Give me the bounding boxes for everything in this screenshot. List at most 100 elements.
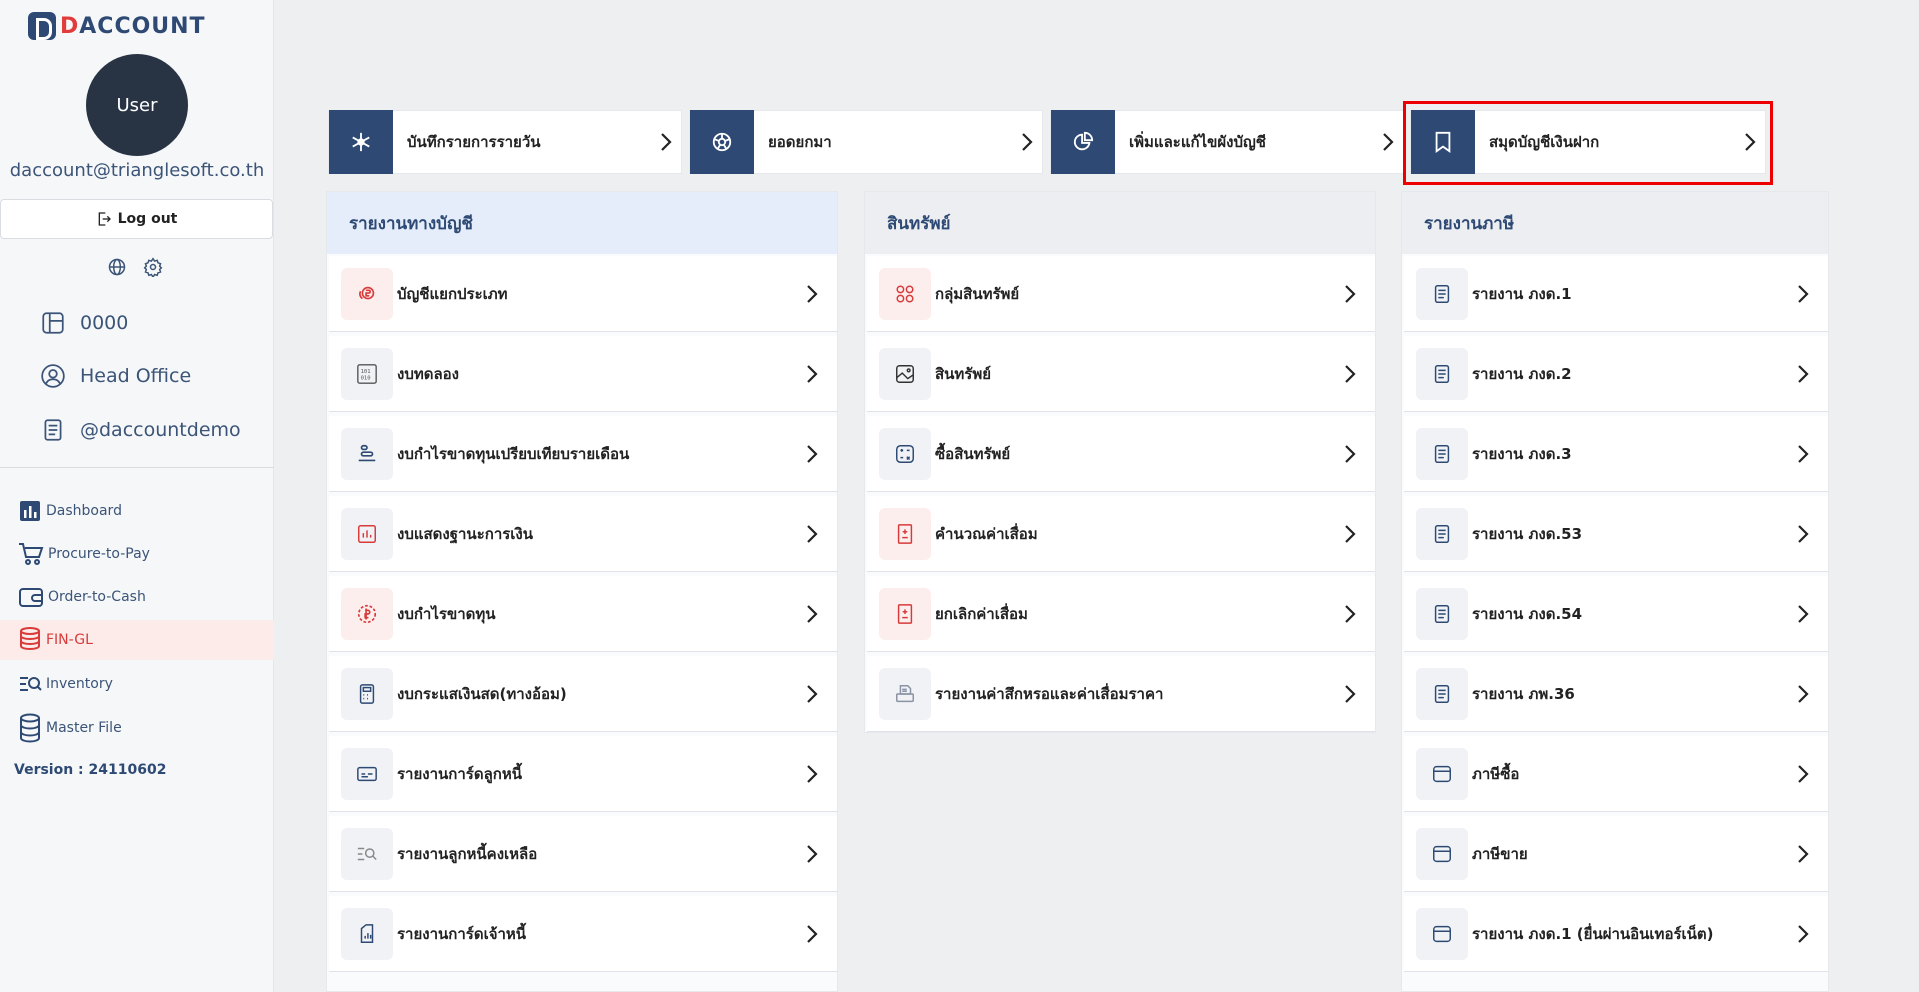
report-row[interactable]: รายงาน ภงด.54 [1404, 576, 1828, 652]
chevron-right-icon [805, 924, 819, 944]
browser-window-icon [1416, 827, 1468, 880]
aperture-icon [690, 110, 754, 174]
report-label: สินทรัพย์ [935, 364, 992, 383]
app-logo[interactable]: DACCOUNT [28, 12, 206, 40]
grid-circles-icon [879, 267, 931, 320]
report-row[interactable]: คำนวณค่าเสื่อม [867, 496, 1375, 572]
nav-item-order-to-cash[interactable]: Order-to-Cash [0, 577, 274, 617]
globe-icon[interactable] [106, 256, 128, 278]
coins-icon [18, 626, 42, 654]
branch[interactable]: Head Office [40, 363, 191, 389]
document-icon [1416, 427, 1468, 480]
nav-label: Inventory [46, 676, 113, 692]
browser-window-icon [1416, 907, 1468, 960]
avatar[interactable]: User [86, 54, 188, 156]
chevron-right-icon [1796, 444, 1810, 464]
settings-row [106, 256, 164, 278]
report-row[interactable]: รายงานการ์ดลูกหนี้ [329, 736, 837, 812]
panel-assets: สินทรัพย์ กลุ่มสินทรัพย์ สินทรัพย์ ซื้อสิน… [864, 191, 1376, 733]
report-row[interactable]: ยกเลิกค่าเสื่อม [867, 576, 1375, 652]
nav-item-inventory[interactable]: Inventory [0, 664, 274, 704]
chevron-right-icon [805, 844, 819, 864]
panel-title: รายงานภาษี [1402, 192, 1828, 254]
report-row[interactable]: 101 010 งบทดลอง [329, 336, 837, 412]
quick-chart-of-accounts-button[interactable]: เพิ่มและแก้ไขผังบัญชี [1050, 110, 1404, 174]
report-label: ยกเลิกค่าเสื่อม [935, 604, 1028, 623]
panel-accounting-reports: รายงานทางบัญชี บัญชีแยกประเภท 101 010 งบทดล… [326, 191, 838, 992]
report-label: งบกระแสเงินสด(ทางอ้อม) [397, 684, 567, 703]
report-row[interactable]: งบแสดงฐานะการเงิน [329, 496, 837, 572]
chevron-right-icon [1796, 284, 1810, 304]
chevron-right-icon [1796, 524, 1810, 544]
report-row[interactable]: รายงาน ภงด.2 [1404, 336, 1828, 412]
document-icon [40, 417, 66, 443]
nav-item-master-file[interactable]: Master File [0, 708, 274, 748]
report-row[interactable]: งบกำไรขาดทุนเปรียบเทียบรายเดือน [329, 416, 837, 492]
chevron-right-icon [1796, 844, 1810, 864]
report-row[interactable]: รายงานการ์ดเจ้าหนี้ [329, 896, 837, 972]
report-row[interactable]: รายงานลูกหนี้คงเหลือ [329, 816, 837, 892]
report-label: บัญชีแยกประเภท [397, 284, 508, 303]
chevron-right-icon [1020, 132, 1034, 152]
logo-icon [28, 12, 56, 40]
document-icon [1416, 347, 1468, 400]
nav-item-fin-gl[interactable]: FIN-GL [0, 620, 274, 660]
report-label: ซื้อสินทรัพย์ [935, 444, 1011, 463]
chevron-right-icon [805, 284, 819, 304]
panel-title: สินทรัพย์ [865, 192, 1375, 254]
panel-tax-reports: รายงานภาษี รายงาน ภงด.1 รายงาน ภงด.2 รายงา… [1401, 191, 1829, 992]
avatar-text: User [116, 94, 158, 116]
report-label: คำนวณค่าเสื่อม [935, 524, 1038, 543]
quick-label: บันทึกรายการรายวัน [407, 133, 541, 151]
document-icon [1416, 267, 1468, 320]
printer-icon [879, 667, 931, 720]
image-icon [879, 347, 931, 400]
branch-text: Head Office [80, 365, 192, 387]
document-icon [1416, 507, 1468, 560]
report-row[interactable]: ภาษีขาย [1404, 816, 1828, 892]
report-row[interactable]: ซื้อสินทรัพย์ [867, 416, 1375, 492]
calculation-page-icon [879, 507, 931, 560]
chevron-right-icon [1343, 604, 1357, 624]
logout-icon [96, 211, 112, 227]
company-code[interactable]: 0000 [40, 310, 128, 336]
list-search-icon [341, 827, 393, 880]
logo-text: DACCOUNT [60, 13, 206, 39]
bar-chart-icon [18, 499, 42, 523]
chevron-right-icon [805, 604, 819, 624]
account[interactable]: @daccountdemo [40, 417, 241, 443]
report-row[interactable]: บัญชีแยกประเภท [329, 256, 837, 332]
chevron-right-icon [805, 444, 819, 464]
report-row[interactable]: รายงาน ภพ.36 [1404, 656, 1828, 732]
logout-button[interactable]: Log out [0, 199, 273, 239]
report-row[interactable]: รายงาน ภงด.53 [1404, 496, 1828, 572]
chevron-right-icon [1796, 684, 1810, 704]
report-label: รายงานการ์ดเจ้าหนี้ [397, 924, 527, 943]
nav-item-dashboard[interactable]: Dashboard [0, 491, 274, 531]
report-row[interactable]: รายงาน ภงด.1 [1404, 256, 1828, 332]
panel-title: รายงานทางบัญชี [327, 192, 837, 254]
cart-icon [18, 542, 44, 566]
report-label: งบกำไรขาดทุน [397, 604, 496, 623]
chevron-right-icon [1343, 444, 1357, 464]
document-chart-icon [341, 907, 393, 960]
quick-opening-balance-button[interactable]: ยอดยกมา [689, 110, 1043, 174]
gear-icon[interactable] [142, 256, 164, 278]
report-label: รายงาน ภงด.1 [1472, 284, 1572, 303]
company-code-text: 0000 [80, 312, 129, 334]
quick-daily-journal-button[interactable]: บันทึกรายการรายวัน [328, 110, 682, 174]
report-row[interactable]: งบกำไรขาดทุน [329, 576, 837, 652]
chevron-right-icon [1796, 604, 1810, 624]
report-row[interactable]: รายงานค่าสึกหรอและค่าเสื่อมราคา [867, 656, 1375, 732]
nav-item-procure-to-pay[interactable]: Procure-to-Pay [0, 534, 274, 574]
report-row[interactable]: รายงาน ภงด.1 (ยื่นผ่านอินเทอร์เน็ต) [1404, 896, 1828, 972]
report-row[interactable]: กลุ่มสินทรัพย์ [867, 256, 1375, 332]
binary-icon: 101 010 [341, 347, 393, 400]
report-row[interactable]: รายงาน ภงด.3 [1404, 416, 1828, 492]
report-row[interactable]: ภาษีซื้อ [1404, 736, 1828, 812]
user-email: daccount@trianglesoft.co.th [9, 160, 265, 181]
chevron-right-icon [805, 524, 819, 544]
report-row[interactable]: สินทรัพย์ [867, 336, 1375, 412]
report-label: รายงานการ์ดลูกหนี้ [397, 764, 522, 783]
report-row[interactable]: งบกระแสเงินสด(ทางอ้อม) [329, 656, 837, 732]
